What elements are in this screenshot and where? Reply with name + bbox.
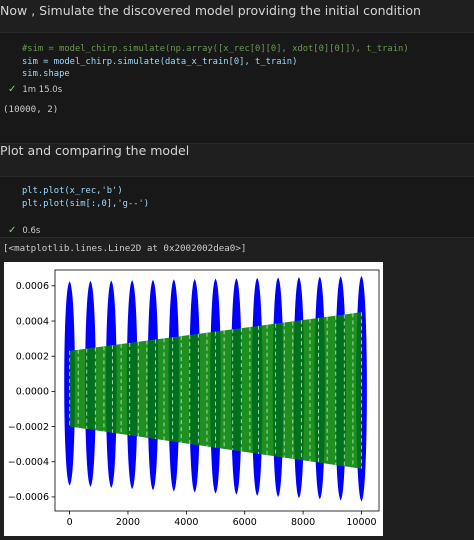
- execution-time: 0.6s: [22, 226, 41, 236]
- code-editor[interactable]: #sim = model_chirp.simulate(np.array([x_…: [22, 43, 409, 81]
- x-tick-label: 6000: [233, 517, 257, 528]
- y-tick-label: 0.0004: [16, 316, 49, 327]
- code-line: sim = model_chirp.simulate(data_x_train[…: [22, 56, 298, 67]
- y-tick-label: 0.0000: [16, 387, 49, 398]
- execution-status: ✓ 0.6s: [8, 225, 40, 236]
- x-tick-label: 8000: [291, 517, 315, 528]
- x-tick-label: 4000: [174, 517, 198, 528]
- x-tick-label: 0: [67, 517, 73, 528]
- y-tick-label: 0.0006: [16, 281, 49, 292]
- markdown-heading-simulate: Now , Simulate the discovered model prov…: [0, 3, 421, 18]
- line-chart: 0 2000 4000 6000 8000 10000 0.0006 0.0004 0.0002…: [8, 269, 380, 528]
- markdown-heading-plot: Plot and comparing the model: [0, 143, 190, 158]
- cell-output: (10000, 2): [3, 104, 59, 115]
- code-editor[interactable]: plt.plot(x_rec,'b') plt.plot(sim[:,0],'g…: [22, 185, 149, 210]
- execution-time: 1m 15.0s: [22, 85, 63, 95]
- cell-output: [<matplotlib.lines.Line2D at 0x2002002de…: [3, 243, 247, 254]
- success-check-icon: ✓: [8, 84, 17, 95]
- code-cell-simulate[interactable]: #sim = model_chirp.simulate(np.array([x_…: [0, 32, 474, 144]
- code-cell-plot[interactable]: plt.plot(x_rec,'b') plt.plot(sim[:,0],'g…: [0, 176, 474, 238]
- code-line: sim.shape: [22, 69, 70, 79]
- x-tick-label: 2000: [116, 517, 140, 528]
- y-tick-label: −0.0004: [8, 457, 49, 468]
- y-tick-label: −0.0006: [8, 492, 49, 503]
- y-tick-label: 0.0002: [16, 351, 49, 362]
- success-check-icon: ✓: [8, 225, 17, 236]
- code-line: plt.plot(sim[:,0],'g--'): [22, 198, 150, 209]
- x-tick-label: 10000: [346, 517, 376, 528]
- execution-status: ✓ 1m 15.0s: [8, 84, 62, 95]
- code-line: plt.plot(x_rec,'b'): [22, 186, 123, 196]
- plot-output: 0 2000 4000 6000 8000 10000 0.0006 0.0004 0.0002…: [4, 262, 383, 536]
- code-line-comment: #sim = model_chirp.simulate(np.array([x_…: [22, 44, 409, 54]
- y-tick-label: −0.0002: [8, 422, 49, 433]
